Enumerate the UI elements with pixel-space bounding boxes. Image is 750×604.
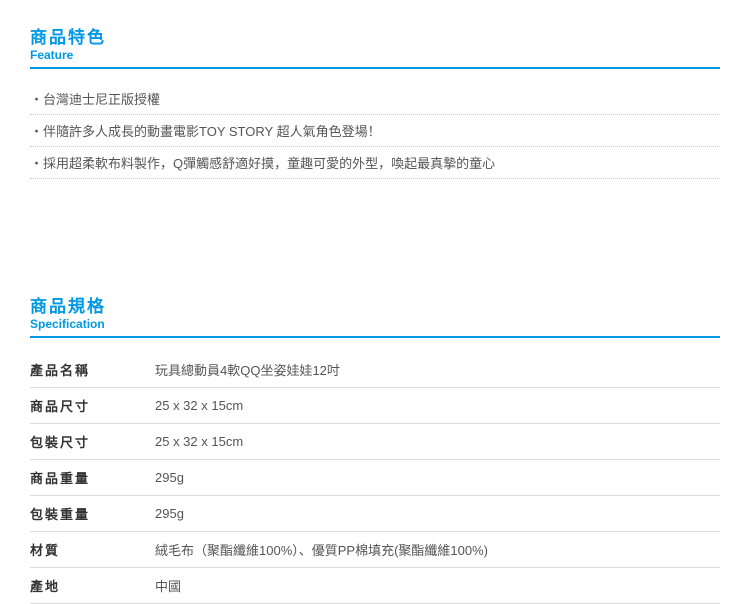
spec-title-zh: 商品規格 — [30, 297, 720, 317]
spec-label: 包裝尺寸 — [30, 423, 155, 459]
feature-title-zh: 商品特色 — [30, 28, 720, 48]
spec-value: 25 x 32 x 15cm — [155, 387, 720, 423]
feature-item: 採用超柔軟布料製作，Q彈觸感舒適好摸，童趣可愛的外型，喚起最真摯的童心 — [30, 147, 720, 179]
spec-value: 295g — [155, 495, 720, 531]
spec-label: 材質 — [30, 531, 155, 567]
spec-value: 295g — [155, 459, 720, 495]
spec-row: 產品名稱 玩具總動員4軟QQ坐姿娃娃12吋 — [30, 352, 720, 388]
spec-title-en: Specification — [30, 317, 720, 331]
spec-row: 產地 中國 — [30, 567, 720, 603]
spec-value: 中國 — [155, 567, 720, 603]
spec-row: 材質 絨毛布（聚酯纖維100%）、優質PP棉填充(聚酯纖維100%) — [30, 531, 720, 567]
spec-header: 商品規格 Specification — [30, 269, 720, 338]
spec-label: 產品名稱 — [30, 352, 155, 388]
feature-item: 伴隨許多人成長的動畫電影TOY STORY 超人氣角色登場！ — [30, 115, 720, 147]
spec-row: 包裝尺寸 25 x 32 x 15cm — [30, 423, 720, 459]
feature-item: 台灣迪士尼正版授權 — [30, 83, 720, 115]
spec-label: 包裝重量 — [30, 495, 155, 531]
spec-value: 玩具總動員4軟QQ坐姿娃娃12吋 — [155, 352, 720, 388]
spec-row: 商品重量 295g — [30, 459, 720, 495]
feature-title-en: Feature — [30, 48, 720, 62]
spec-value: 絨毛布（聚酯纖維100%）、優質PP棉填充(聚酯纖維100%) — [155, 531, 720, 567]
feature-list: 台灣迪士尼正版授權 伴隨許多人成長的動畫電影TOY STORY 超人氣角色登場！… — [30, 83, 720, 179]
spec-table: 產品名稱 玩具總動員4軟QQ坐姿娃娃12吋 商品尺寸 25 x 32 x 15c… — [30, 352, 720, 604]
feature-header: 商品特色 Feature — [30, 0, 720, 69]
spec-row: 商品尺寸 25 x 32 x 15cm — [30, 387, 720, 423]
spec-value: 25 x 32 x 15cm — [155, 423, 720, 459]
spec-label: 商品尺寸 — [30, 387, 155, 423]
spec-label: 產地 — [30, 567, 155, 603]
spec-label: 商品重量 — [30, 459, 155, 495]
spec-row: 包裝重量 295g — [30, 495, 720, 531]
